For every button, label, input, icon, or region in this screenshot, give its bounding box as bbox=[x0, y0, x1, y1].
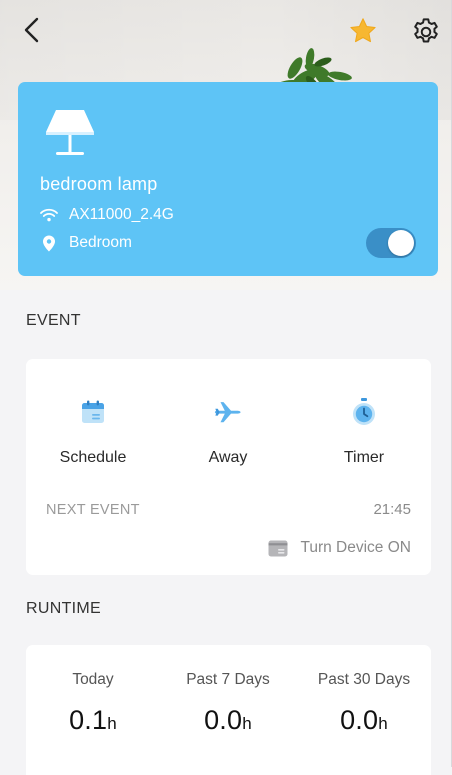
runtime-30-value: 0.0 bbox=[340, 705, 379, 735]
favorite-button[interactable] bbox=[344, 12, 382, 50]
location-pin-icon bbox=[40, 234, 58, 252]
timer-button[interactable]: Timer bbox=[309, 397, 419, 475]
location-row: Bedroom bbox=[40, 234, 132, 252]
away-label: Away bbox=[208, 449, 248, 466]
runtime-30-unit: h bbox=[378, 714, 388, 733]
next-event-time: 21:45 bbox=[373, 501, 411, 518]
gear-icon bbox=[414, 18, 438, 43]
runtime-today-unit: h bbox=[107, 714, 117, 733]
network-name: AX11000_2.4G bbox=[69, 206, 174, 223]
runtime-today: Today 0.1h bbox=[28, 671, 158, 736]
runtime-30-value-row: 0.0h bbox=[299, 705, 429, 736]
stopwatch-icon bbox=[349, 397, 379, 427]
timer-label: Timer bbox=[343, 449, 385, 466]
lamp-icon bbox=[46, 110, 94, 155]
device-name: bedroom lamp bbox=[40, 174, 158, 194]
event-section-title: EVENT bbox=[26, 312, 81, 329]
next-event-action[interactable]: Turn Device ON bbox=[268, 539, 411, 557]
wifi-icon bbox=[40, 206, 58, 224]
runtime-past-30-days: Past 30 Days 0.0h bbox=[299, 671, 429, 736]
location-name: Bedroom bbox=[69, 234, 132, 251]
runtime-past-7-days: Past 7 Days 0.0h bbox=[163, 671, 293, 736]
settings-button[interactable] bbox=[406, 12, 446, 52]
runtime-7-label: Past 7 Days bbox=[186, 671, 270, 688]
device-card: bedroom lamp AX11000_2.4G Bedroom bbox=[18, 82, 438, 276]
runtime-7-unit: h bbox=[242, 714, 252, 733]
event-card: Schedule Away Timer NEXT EVENT 21:45 Tur… bbox=[26, 359, 431, 575]
runtime-30-label: Past 30 Days bbox=[317, 671, 411, 688]
runtime-card: Today 0.1h Past 7 Days 0.0h Past 30 Days… bbox=[26, 645, 431, 775]
runtime-today-value-row: 0.1h bbox=[28, 705, 158, 736]
runtime-today-value: 0.1 bbox=[69, 705, 108, 735]
runtime-section-title: RUNTIME bbox=[26, 600, 101, 617]
power-toggle[interactable] bbox=[366, 228, 416, 258]
runtime-7-value: 0.0 bbox=[204, 705, 243, 735]
toggle-knob bbox=[388, 230, 414, 256]
runtime-7-value-row: 0.0h bbox=[163, 705, 293, 736]
chevron-left-icon bbox=[24, 17, 39, 43]
device-card-icon bbox=[268, 539, 288, 557]
network-row: AX11000_2.4G bbox=[40, 206, 174, 224]
schedule-label: Schedule bbox=[59, 449, 127, 466]
star-icon bbox=[350, 18, 376, 43]
back-button[interactable] bbox=[14, 12, 50, 48]
calendar-icon bbox=[78, 397, 108, 427]
next-event-label: NEXT EVENT bbox=[46, 502, 140, 518]
airplane-icon bbox=[213, 397, 243, 427]
runtime-today-label: Today bbox=[72, 671, 114, 688]
next-event-action-text: Turn Device ON bbox=[300, 539, 411, 556]
away-button[interactable]: Away bbox=[173, 397, 283, 475]
schedule-button[interactable]: Schedule bbox=[38, 397, 148, 475]
